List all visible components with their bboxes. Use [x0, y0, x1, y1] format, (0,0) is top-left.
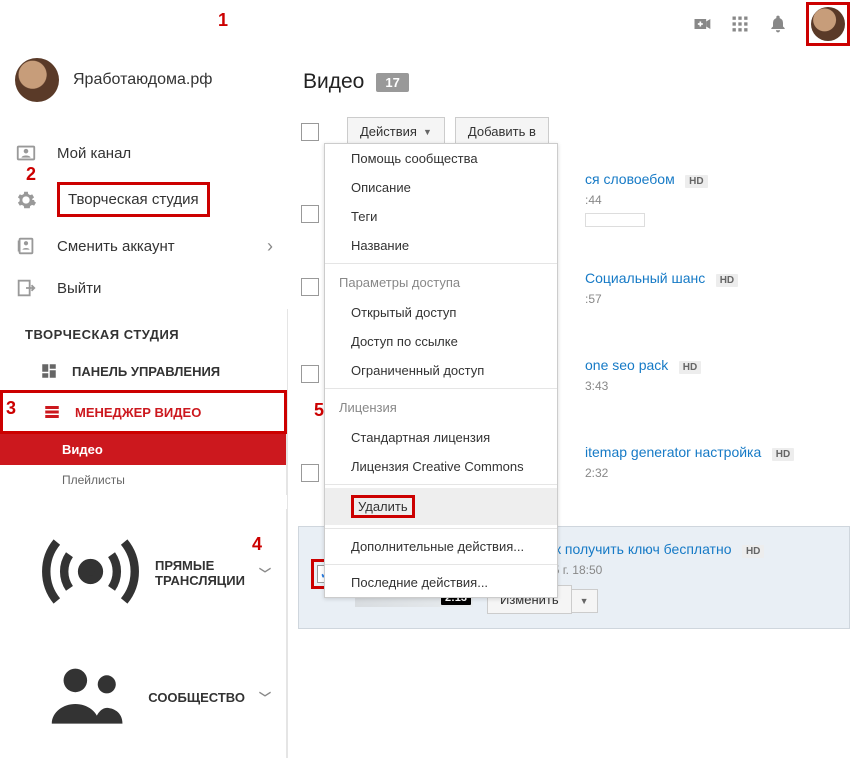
subnav-community[interactable]: СООБЩЕСТВО ﹀ [0, 637, 287, 758]
video-duration-text: 3:43 [585, 379, 850, 393]
channel-avatar-icon [15, 58, 59, 102]
hd-badge: HD [685, 175, 707, 188]
chevron-down-icon: ﹀ [259, 689, 271, 706]
subnav-label: СООБЩЕСТВО [148, 690, 245, 705]
video-duration-text: 2:32 [585, 466, 850, 480]
video-manager-icon [43, 403, 61, 421]
edit-dropdown-button[interactable]: ▼ [572, 589, 598, 613]
hd-badge: HD [679, 361, 701, 374]
dd-more-actions[interactable]: Дополнительные действия... [325, 532, 557, 561]
account-avatar-icon[interactable] [811, 7, 845, 41]
live-icon [40, 521, 141, 625]
annotation-5: 5 [314, 400, 324, 421]
subnav-label: ПРЯМЫЕ ТРАНСЛЯЦИИ [155, 558, 245, 588]
video-title[interactable]: ся словоебом [585, 171, 675, 187]
dd-delete[interactable]: Удалить [325, 488, 557, 525]
actions-button[interactable]: Действия ▼ [347, 117, 445, 146]
apps-icon[interactable] [730, 14, 750, 34]
annotation-4: 4 [252, 534, 262, 555]
annotation-2: 2 [26, 164, 36, 185]
video-title[interactable]: Социальный шанс [585, 270, 705, 286]
sign-out-icon [15, 277, 37, 299]
annotation-3: 3 [6, 398, 16, 419]
button-label: Добавить в [468, 124, 536, 139]
subnav-video-manager[interactable]: МЕНЕДЖЕР ВИДЕО [0, 390, 287, 434]
row-checkbox[interactable] [301, 365, 319, 383]
annotation-1: 1 [218, 10, 228, 31]
upload-icon[interactable] [692, 14, 712, 34]
studio-section-title: ТВОРЧЕСКАЯ СТУДИЯ [0, 309, 288, 352]
nav-creator-studio[interactable]: Творческая студия [0, 174, 288, 225]
person-icon [15, 142, 37, 164]
profile-row: Яработаюдома.рф [0, 48, 288, 112]
hd-badge: HD [772, 448, 794, 461]
nav-sign-out[interactable]: Выйти [0, 267, 288, 309]
dd-tags[interactable]: Теги [325, 202, 557, 231]
dd-title[interactable]: Название [325, 231, 557, 260]
avatar-highlight-box [806, 2, 850, 46]
dd-private[interactable]: Ограниченный доступ [325, 356, 557, 385]
community-icon [40, 649, 134, 746]
caret-down-icon: ▼ [580, 596, 589, 606]
dd-public[interactable]: Открытый доступ [325, 298, 557, 327]
video-count-badge: 17 [376, 73, 408, 92]
subnav-label: МЕНЕДЖЕР ВИДЕО [75, 405, 201, 420]
creator-studio-highlight-box: Творческая студия [57, 182, 210, 217]
dd-license-header: Лицензия [325, 392, 557, 423]
delete-highlight-box: Удалить [351, 495, 415, 518]
sidebar: Яработаюдома.рф Мой канал Творческая сту… [0, 48, 288, 620]
dd-recent-actions[interactable]: Последние действия... [325, 568, 557, 597]
caret-down-icon: ▼ [423, 127, 432, 137]
nav-label: Творческая студия [68, 191, 199, 208]
channel-name: Яработаюдома.рф [73, 71, 212, 89]
dd-description[interactable]: Описание [325, 173, 557, 202]
page-title: Видео [303, 70, 364, 94]
subnav-live[interactable]: ПРЯМЫЕ ТРАНСЛЯЦИИ ﹀ [0, 509, 287, 637]
dd-std-license[interactable]: Стандартная лицензия [325, 423, 557, 452]
gear-icon [15, 189, 37, 211]
subnav-dashboard[interactable]: ПАНЕЛЬ УПРАВЛЕНИЯ [0, 352, 287, 390]
top-bar [0, 0, 865, 48]
dd-unlisted[interactable]: Доступ по ссылке [325, 327, 557, 356]
page-header: Видео 17 [298, 48, 850, 112]
nav-switch-account[interactable]: Сменить аккаунт › [0, 225, 288, 267]
video-duration-text: :44 [585, 193, 850, 207]
switch-account-icon [15, 235, 37, 257]
add-to-button[interactable]: Добавить в [455, 117, 549, 146]
nav-label: Сменить аккаунт [57, 238, 175, 255]
subnav-videos[interactable]: Видео [0, 434, 287, 465]
notifications-icon[interactable] [768, 14, 788, 34]
chevron-down-icon: ﹀ [259, 565, 271, 582]
dd-access-header: Параметры доступа [325, 267, 557, 298]
row-checkbox[interactable] [301, 464, 319, 482]
video-title[interactable]: one seo pack [585, 357, 668, 373]
subnav-playlists[interactable]: Плейлисты [0, 465, 287, 495]
dashboard-icon [40, 362, 58, 380]
dd-cc-license[interactable]: Лицензия Creative Commons [325, 452, 557, 481]
select-all-checkbox[interactable] [301, 123, 319, 141]
nav-label: Выйти [57, 280, 101, 297]
row-checkbox[interactable] [301, 205, 319, 223]
chevron-right-icon: › [267, 236, 273, 257]
nav-label: Мой канал [57, 145, 131, 162]
dd-community-help[interactable]: Помощь сообщества [325, 144, 557, 173]
video-duration-text: :57 [585, 292, 850, 306]
nav-my-channel[interactable]: Мой канал [0, 132, 288, 174]
subnav-label: ПАНЕЛЬ УПРАВЛЕНИЯ [72, 364, 220, 379]
row-checkbox[interactable] [301, 278, 319, 296]
button-label: Действия [360, 124, 417, 139]
main-content: Видео 17 Действия ▼ Добавить в Помощь со… [288, 48, 865, 620]
video-title[interactable]: itemap generator настройка [585, 444, 761, 460]
hd-badge: HD [716, 274, 738, 287]
actions-dropdown: Помощь сообщества Описание Теги Название… [324, 143, 558, 598]
hd-badge: HD [742, 545, 764, 558]
